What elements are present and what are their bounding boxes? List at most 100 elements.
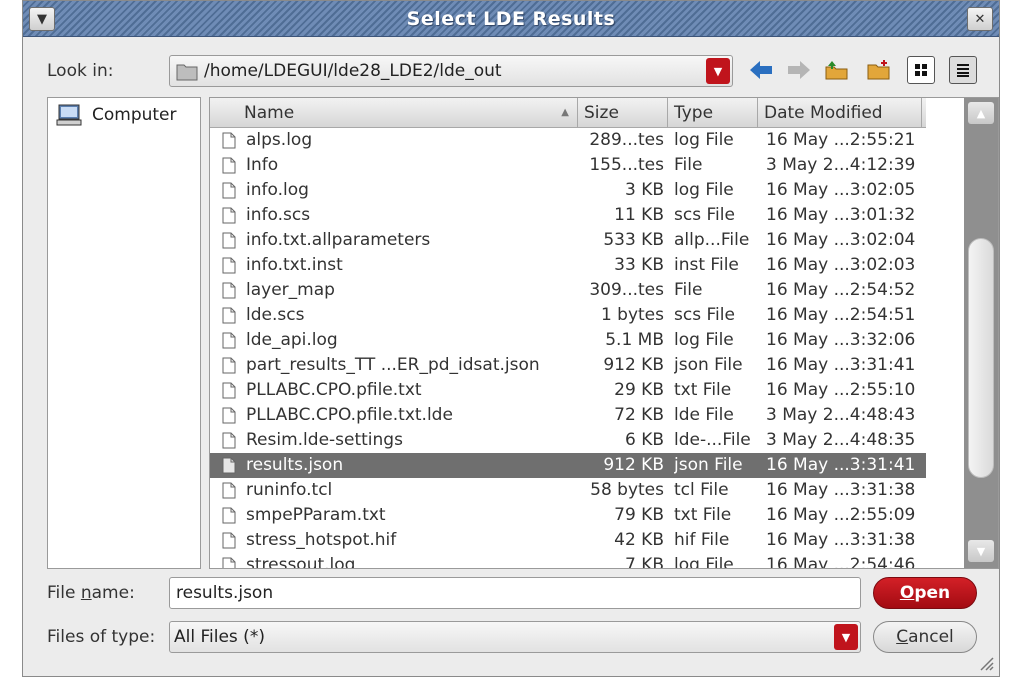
file-icon (222, 432, 236, 449)
column-header-size[interactable]: Size (578, 98, 668, 128)
column-label: Date Modified (764, 103, 883, 123)
filetype-value: All Files (*) (174, 627, 265, 647)
file-row[interactable]: smpePParam.txt 79 KB txt File 16 May ...2:5… (210, 503, 926, 528)
file-list[interactable]: Name ▲ Size Type Date Modified alps.log 2… (209, 97, 999, 569)
file-row[interactable]: info.log 3 KB log File 16 May ...3:02:05 (210, 178, 926, 203)
file-type: allp...File (674, 230, 750, 250)
file-row[interactable]: lde.scs 1 bytes scs File 16 May ...2:54:51 (210, 303, 926, 328)
column-label: Name (244, 103, 295, 123)
file-icon (222, 457, 236, 474)
file-row[interactable]: info.txt.inst 33 KB inst File 16 May ...3:0… (210, 253, 926, 278)
file-row[interactable]: Info 155...tes File 3 May 2...4:12:39 (210, 153, 926, 178)
file-row[interactable]: stress_hotspot.hif 42 KB hif File 16 May ..… (210, 528, 926, 553)
file-type: json File (674, 355, 743, 375)
list-view-icon (915, 64, 927, 76)
column-header-name[interactable]: Name ▲ (210, 98, 578, 128)
filename-label: File name: (47, 583, 135, 603)
new-folder-button[interactable] (865, 56, 893, 84)
scroll-down-button[interactable]: ▼ (968, 540, 994, 562)
sidebar-item-label: Computer (92, 105, 177, 125)
file-type: log File (674, 180, 734, 200)
file-row[interactable]: Resim.lde-settings 6 KB lde-...File 3 May 2… (210, 428, 926, 453)
file-icon (222, 557, 236, 568)
file-icon (222, 182, 236, 199)
file-date: 16 May ...2:54:52 (766, 280, 916, 300)
filename-field[interactable] (169, 577, 861, 609)
look-in-combo[interactable]: /home/LDEGUI/lde28_LDE2/lde_out ▼ (169, 55, 733, 87)
sidebar-item-computer[interactable]: Computer (56, 104, 177, 126)
file-date: 16 May ...3:02:03 (766, 255, 916, 275)
file-size: 912 KB (603, 455, 664, 475)
button-label: ancel (908, 627, 954, 647)
file-size: 79 KB (614, 505, 664, 525)
file-name: Info (246, 155, 279, 175)
file-row[interactable]: PLLABC.CPO.pfile.txt 29 KB txt File 16 May … (210, 378, 926, 403)
file-name: info.txt.allparameters (246, 230, 431, 250)
file-icon (222, 157, 236, 174)
file-row[interactable]: info.txt.allparameters 533 KB allp...File 1… (210, 228, 926, 253)
file-name: info.log (246, 180, 309, 200)
file-row[interactable]: info.scs 11 KB scs File 16 May ...3:01:32 (210, 203, 926, 228)
forward-button[interactable] (785, 56, 813, 84)
file-row[interactable]: alps.log 289...tes log File 16 May ...2:55:… (210, 128, 926, 153)
file-size: 1 bytes (600, 305, 664, 325)
cancel-button[interactable]: Cancel (873, 621, 977, 653)
file-icon (222, 482, 236, 499)
file-name: info.scs (246, 205, 311, 225)
scroll-thumb[interactable] (968, 238, 994, 478)
look-in-dropdown-button[interactable]: ▼ (706, 58, 730, 84)
column-label: Type (674, 103, 714, 123)
file-icon (222, 232, 236, 249)
file-name: part_results_TT ...ER_pd_idsat.json (246, 355, 540, 375)
back-icon (750, 61, 772, 79)
computer-icon (56, 104, 82, 126)
file-size: 3 KB (624, 180, 664, 200)
file-date: 16 May ...2:54:51 (766, 305, 916, 325)
file-date: 16 May ...3:31:41 (766, 455, 916, 475)
file-type: txt File (674, 380, 732, 400)
filetype-combo[interactable]: All Files (*) ▼ (169, 621, 861, 653)
file-type: log File (674, 555, 734, 569)
file-row[interactable]: layer_map 309...tes File 16 May ...2:54:52 (210, 278, 926, 303)
detail-view-icon (957, 64, 969, 77)
scroll-up-button[interactable]: ▲ (968, 102, 994, 124)
file-size: 155...tes (589, 155, 664, 175)
file-row[interactable]: lde_api.log 5.1 MB log File 16 May ...3:32:… (210, 328, 926, 353)
file-name: Resim.lde-settings (246, 430, 403, 450)
file-row[interactable]: runinfo.tcl 58 bytes tcl File 16 May ...3:3… (210, 478, 926, 503)
file-row[interactable]: stressout.log 7 KB log File 16 May ...2:54:… (210, 553, 926, 569)
detail-view-button[interactable] (949, 56, 977, 84)
file-row[interactable]: results.json 912 KB json File 16 May ...3:3… (210, 453, 926, 478)
file-date: 16 May ...2:55:09 (766, 505, 916, 525)
file-size: 309...tes (589, 280, 664, 300)
parent-folder-button[interactable] (823, 56, 851, 84)
list-view-button[interactable] (907, 56, 935, 84)
file-icon (222, 357, 236, 374)
arrow-up-icon: ▲ (976, 106, 986, 120)
file-date: 16 May ...3:02:05 (766, 180, 916, 200)
file-icon (222, 207, 236, 224)
open-button[interactable]: Open (873, 577, 977, 609)
filetype-dropdown-button[interactable]: ▼ (834, 624, 858, 650)
file-row[interactable]: part_results_TT ...ER_pd_idsat.json 912 K… (210, 353, 926, 378)
file-row[interactable]: PLLABC.CPO.pfile.txt.lde 72 KB lde File 3 M… (210, 403, 926, 428)
file-size: 6 KB (624, 430, 664, 450)
title-bar[interactable]: ▼ Select LDE Results ✕ (23, 1, 999, 37)
close-button[interactable]: ✕ (967, 7, 993, 31)
column-header-date[interactable]: Date Modified (758, 98, 922, 128)
file-icon (222, 282, 236, 299)
label-part: File (47, 583, 81, 603)
file-name: lde_api.log (246, 330, 338, 350)
vertical-scrollbar[interactable]: ▲ ▼ (964, 98, 998, 568)
file-type: hif File (674, 530, 730, 550)
file-size: 58 bytes (590, 480, 664, 500)
filename-input[interactable] (174, 582, 834, 604)
resize-grip-icon[interactable] (977, 654, 995, 672)
file-icon (222, 507, 236, 524)
back-button[interactable] (747, 56, 775, 84)
file-date: 16 May ...2:55:21 (766, 130, 916, 150)
column-header-type[interactable]: Type (668, 98, 758, 128)
file-type: scs File (674, 205, 735, 225)
file-icon (222, 407, 236, 424)
parent-folder-icon (825, 61, 848, 80)
